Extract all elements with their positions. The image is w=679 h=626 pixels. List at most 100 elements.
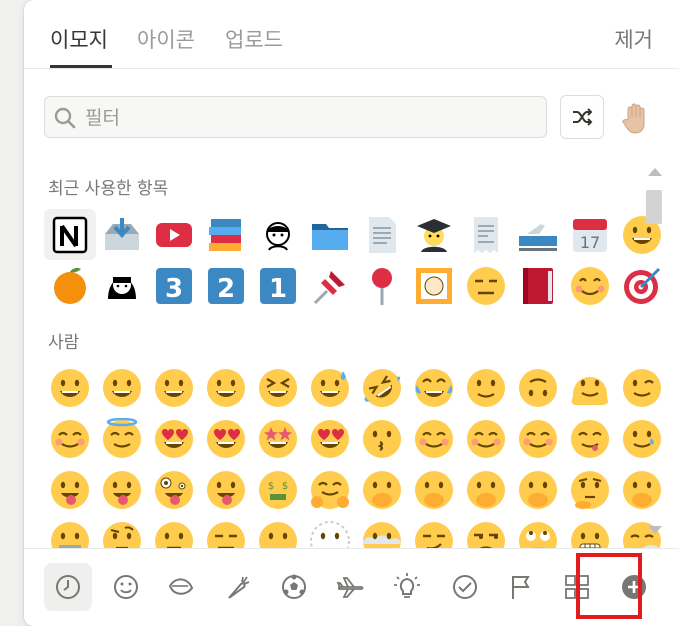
emoji-tangerine[interactable] xyxy=(44,260,96,311)
emoji-neutral[interactable] xyxy=(148,515,200,548)
emoji-innocent[interactable] xyxy=(96,413,148,464)
emoji-sweat-smile[interactable] xyxy=(304,362,356,413)
emoji-beaming[interactable] xyxy=(200,362,252,413)
emoji-hand-over-mouth[interactable] xyxy=(356,464,408,515)
emoji-unamused[interactable] xyxy=(460,515,512,548)
emoji-face-in-clouds[interactable] xyxy=(356,515,408,548)
emoji-expressionless[interactable] xyxy=(460,260,512,311)
keycap-1-icon: 1 xyxy=(260,267,296,304)
neutral-icon xyxy=(155,521,193,548)
emoji-keycap-3[interactable]: 3 xyxy=(148,260,200,311)
emoji-dotted-line[interactable] xyxy=(304,515,356,548)
emoji-avatar-girl[interactable] xyxy=(96,260,148,311)
emoji-calendar[interactable]: 17 xyxy=(564,209,616,260)
category-nature[interactable] xyxy=(157,563,205,611)
emoji-tongue-wink[interactable] xyxy=(96,464,148,515)
emoji-hearts-face[interactable] xyxy=(148,413,200,464)
emoji-star-struck[interactable] xyxy=(252,413,304,464)
emoji-avatar-sketch[interactable] xyxy=(252,209,304,260)
emoji-peeking[interactable] xyxy=(460,464,512,515)
emoji-yum[interactable] xyxy=(564,413,616,464)
random-emoji-button[interactable] xyxy=(560,95,604,139)
category-travel[interactable] xyxy=(327,563,375,611)
category-recent[interactable] xyxy=(44,563,92,611)
emoji-grid-people: $ $ xyxy=(44,362,668,548)
emoji-hugging[interactable] xyxy=(304,464,356,515)
emoji-relaxed[interactable] xyxy=(408,413,460,464)
emoji-squinting[interactable] xyxy=(252,362,304,413)
emoji-money-mouth[interactable]: $ $ xyxy=(252,464,304,515)
search-box[interactable] xyxy=(44,96,547,138)
emoji-grin[interactable] xyxy=(148,362,200,413)
emoji-thinking[interactable] xyxy=(564,464,616,515)
skin-tone-button[interactable] xyxy=(616,98,656,138)
scroll-down-arrow[interactable] xyxy=(648,526,662,534)
emoji-kissing-closed[interactable] xyxy=(460,413,512,464)
smirk-icon xyxy=(415,521,453,548)
dotted-line-icon xyxy=(310,520,350,548)
search-icon xyxy=(54,107,76,129)
emoji-books[interactable] xyxy=(200,209,252,260)
emoji-smiling-blush[interactable] xyxy=(564,260,616,311)
hugging-icon xyxy=(311,470,349,509)
tab-emoji[interactable]: 이모지 xyxy=(50,24,108,54)
avatar-girl-icon xyxy=(108,275,136,299)
emoji-keycap-1[interactable]: 1 xyxy=(252,260,304,311)
emoji-kissing-smiling[interactable] xyxy=(512,413,564,464)
emoji-notion-logo[interactable] xyxy=(44,209,96,260)
category-activity[interactable] xyxy=(270,563,318,611)
category-people[interactable] xyxy=(102,563,150,611)
emoji-youtube[interactable] xyxy=(148,209,200,260)
emoji-upside-down[interactable] xyxy=(512,362,564,413)
emoji-pushpin[interactable] xyxy=(304,260,356,311)
emoji-expressionless2[interactable] xyxy=(200,515,252,548)
emoji-railway-car[interactable] xyxy=(512,209,564,260)
emoji-melting[interactable] xyxy=(564,362,616,413)
emoji-receipt[interactable] xyxy=(460,209,512,260)
upside-down-icon xyxy=(519,368,557,407)
emoji-grinning[interactable] xyxy=(44,362,96,413)
emoji-smirk[interactable] xyxy=(408,515,460,548)
emoji-closed-book[interactable] xyxy=(512,260,564,311)
emoji-rofl[interactable] xyxy=(356,362,408,413)
emoji-kissing-heart[interactable] xyxy=(304,413,356,464)
emoji-no-mouth[interactable] xyxy=(252,515,304,548)
remove-button[interactable]: 제거 xyxy=(614,24,653,54)
emoji-shushing[interactable] xyxy=(512,464,564,515)
emoji-heart-eyes[interactable] xyxy=(200,413,252,464)
tongue-icon xyxy=(51,470,89,509)
scrollbar[interactable] xyxy=(644,168,664,538)
emoji-blush[interactable] xyxy=(44,413,96,464)
emoji-open-eyes-hand[interactable] xyxy=(408,464,460,515)
emoji-slight-smile[interactable] xyxy=(460,362,512,413)
emoji-grimacing[interactable] xyxy=(564,515,616,548)
emoji-squint-tongue[interactable] xyxy=(200,464,252,515)
emoji-round-pushpin[interactable] xyxy=(356,260,408,311)
emoji-inbox-tray[interactable] xyxy=(96,209,148,260)
emoji-zipper[interactable] xyxy=(44,515,96,548)
open-eyes-hand-icon xyxy=(415,470,453,509)
scroll-up-arrow[interactable] xyxy=(648,168,662,176)
emoji-framed-picture[interactable] xyxy=(408,260,460,311)
emoji-tongue[interactable] xyxy=(44,464,96,515)
emoji-student[interactable] xyxy=(408,209,460,260)
tab-upload[interactable]: 업로드 xyxy=(225,24,283,54)
emoji-eye-roll[interactable] xyxy=(512,515,564,548)
emoji-keycap-2[interactable]: 2 xyxy=(200,260,252,311)
calendar-icon: 17 xyxy=(573,218,607,252)
category-food[interactable] xyxy=(214,563,262,611)
emoji-joy[interactable] xyxy=(408,362,460,413)
shushing-icon xyxy=(519,470,557,509)
search-input[interactable] xyxy=(83,103,527,133)
emoji-raised-eyebrow[interactable] xyxy=(96,515,148,548)
tab-icons[interactable]: 아이콘 xyxy=(137,24,195,54)
category-symbols[interactable] xyxy=(441,563,489,611)
category-flags[interactable] xyxy=(497,563,545,611)
emoji-page-facing-up[interactable] xyxy=(356,209,408,260)
emoji-smiley[interactable] xyxy=(96,362,148,413)
emoji-zany[interactable] xyxy=(148,464,200,515)
category-objects[interactable] xyxy=(383,563,431,611)
emoji-kissing[interactable] xyxy=(356,413,408,464)
emoji-file-folder[interactable] xyxy=(304,209,356,260)
scroll-thumb[interactable] xyxy=(646,190,662,224)
